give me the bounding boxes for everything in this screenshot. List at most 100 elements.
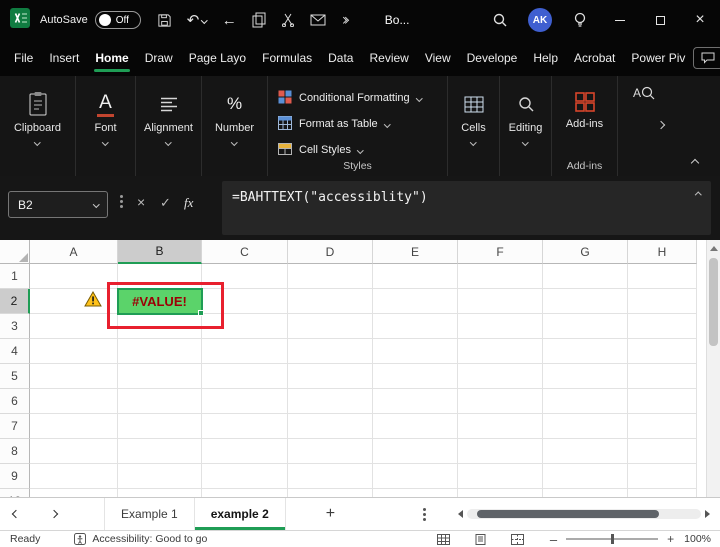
row-header-5[interactable]: 5	[0, 364, 30, 389]
cell-H7[interactable]	[628, 414, 697, 439]
find-a-icon[interactable]: A	[632, 84, 656, 107]
column-header-f[interactable]: F	[458, 240, 543, 264]
clipboard-group-button[interactable]: Clipboard	[0, 76, 76, 176]
cut-icon[interactable]	[281, 13, 295, 27]
menu-item-view[interactable]: View	[417, 40, 459, 76]
row-header-9[interactable]: 9	[0, 464, 30, 489]
back-arrow-icon[interactable]: ←	[222, 12, 237, 29]
cell-F4[interactable]	[458, 339, 543, 364]
cell-D8[interactable]	[288, 439, 373, 464]
envelope-icon[interactable]	[310, 14, 326, 26]
cell-H2[interactable]	[628, 289, 697, 314]
undo-dropdown-icon[interactable]	[201, 16, 208, 24]
cell-H8[interactable]	[628, 439, 697, 464]
cell-G10[interactable]	[543, 489, 628, 497]
cell-F10[interactable]	[458, 489, 543, 497]
cell-F5[interactable]	[458, 364, 543, 389]
page-break-view-icon[interactable]	[510, 533, 524, 545]
cell-D6[interactable]	[288, 389, 373, 414]
cell-F2[interactable]	[458, 289, 543, 314]
cell-G6[interactable]	[543, 389, 628, 414]
cell-H3[interactable]	[628, 314, 697, 339]
autosave-toggle[interactable]: Off	[94, 11, 141, 29]
horizontal-scroll-thumb[interactable]	[477, 510, 659, 518]
column-header-b[interactable]: B	[118, 240, 202, 264]
cell-F1[interactable]	[458, 264, 543, 289]
cell-G2[interactable]	[543, 289, 628, 314]
cell-E10[interactable]	[373, 489, 458, 497]
scroll-left-icon[interactable]	[458, 510, 463, 518]
cell-A1[interactable]	[30, 264, 118, 289]
formula-bar-drag-handle[interactable]	[120, 200, 123, 203]
addins-group-button[interactable]: Add-ins Add-ins	[552, 76, 618, 176]
enter-icon[interactable]: ✓	[160, 195, 171, 211]
name-box[interactable]: B2	[8, 191, 108, 218]
cell-A4[interactable]	[30, 339, 118, 364]
scroll-up-icon[interactable]	[710, 246, 718, 251]
sheet-options-icon[interactable]	[423, 512, 427, 516]
zoom-slider-thumb[interactable]	[611, 534, 615, 544]
vertical-scrollbar[interactable]	[706, 240, 720, 497]
cell-B5[interactable]	[118, 364, 202, 389]
cell-A5[interactable]	[30, 364, 118, 389]
cell-D9[interactable]	[288, 464, 373, 489]
zoom-out-button[interactable]: –	[550, 532, 557, 547]
toolbar-overflow-icon[interactable]	[339, 16, 349, 24]
column-header-a[interactable]: A	[30, 240, 118, 264]
cell-D1[interactable]	[288, 264, 373, 289]
cell-F7[interactable]	[458, 414, 543, 439]
conditional-formatting-button[interactable]: Conditional Formatting	[278, 85, 423, 111]
row-header-6[interactable]: 6	[0, 389, 30, 414]
add-sheet-button[interactable]: +	[326, 505, 335, 523]
cell-F8[interactable]	[458, 439, 543, 464]
menu-item-home[interactable]: Home	[87, 40, 136, 76]
cell-E3[interactable]	[373, 314, 458, 339]
cell-G4[interactable]	[543, 339, 628, 364]
undo-button[interactable]: ↶	[187, 11, 208, 29]
column-header-d[interactable]: D	[288, 240, 373, 264]
vertical-scroll-thumb[interactable]	[709, 258, 718, 346]
comments-button[interactable]	[693, 47, 720, 69]
cell-C10[interactable]	[202, 489, 288, 497]
horizontal-scrollbar[interactable]	[458, 509, 710, 519]
cell-E4[interactable]	[373, 339, 458, 364]
cell-E9[interactable]	[373, 464, 458, 489]
cell-B10[interactable]	[118, 489, 202, 497]
cell-G9[interactable]	[543, 464, 628, 489]
cell-C7[interactable]	[202, 414, 288, 439]
ribbon-scroll-right-icon[interactable]	[656, 120, 666, 130]
column-header-c[interactable]: C	[202, 240, 288, 264]
menu-item-file[interactable]: File	[6, 40, 41, 76]
cell-D3[interactable]	[288, 314, 373, 339]
cell-D5[interactable]	[288, 364, 373, 389]
account-avatar[interactable]: AK	[520, 0, 560, 40]
cell-G7[interactable]	[543, 414, 628, 439]
format-as-table-button[interactable]: Format as Table	[278, 111, 391, 137]
cell-B8[interactable]	[118, 439, 202, 464]
maximize-button[interactable]	[640, 0, 680, 40]
cell-A7[interactable]	[30, 414, 118, 439]
cell-C9[interactable]	[202, 464, 288, 489]
menu-item-page-layo[interactable]: Page Layo	[181, 40, 254, 76]
editing-group-button[interactable]: Editing	[500, 76, 552, 176]
close-button[interactable]: ×	[680, 0, 720, 40]
cell-G3[interactable]	[543, 314, 628, 339]
zoom-level[interactable]: 100%	[684, 533, 711, 545]
cell-H6[interactable]	[628, 389, 697, 414]
cell-C8[interactable]	[202, 439, 288, 464]
cell-B7[interactable]	[118, 414, 202, 439]
row-header-8[interactable]: 8	[0, 439, 30, 464]
select-all-corner[interactable]	[0, 240, 30, 264]
menu-item-acrobat[interactable]: Acrobat	[566, 40, 623, 76]
cell-F9[interactable]	[458, 464, 543, 489]
formula-bar-collapse-icon[interactable]	[694, 192, 701, 199]
page-layout-view-icon[interactable]	[474, 533, 487, 545]
cell-C5[interactable]	[202, 364, 288, 389]
sheet-nav-right-icon[interactable]	[46, 498, 62, 530]
cell-A6[interactable]	[30, 389, 118, 414]
collapse-ribbon-icon[interactable]	[690, 158, 700, 168]
cell-H5[interactable]	[628, 364, 697, 389]
cells-group-button[interactable]: Cells	[448, 76, 500, 176]
cell-G5[interactable]	[543, 364, 628, 389]
name-box-dropdown-icon[interactable]	[92, 201, 99, 208]
